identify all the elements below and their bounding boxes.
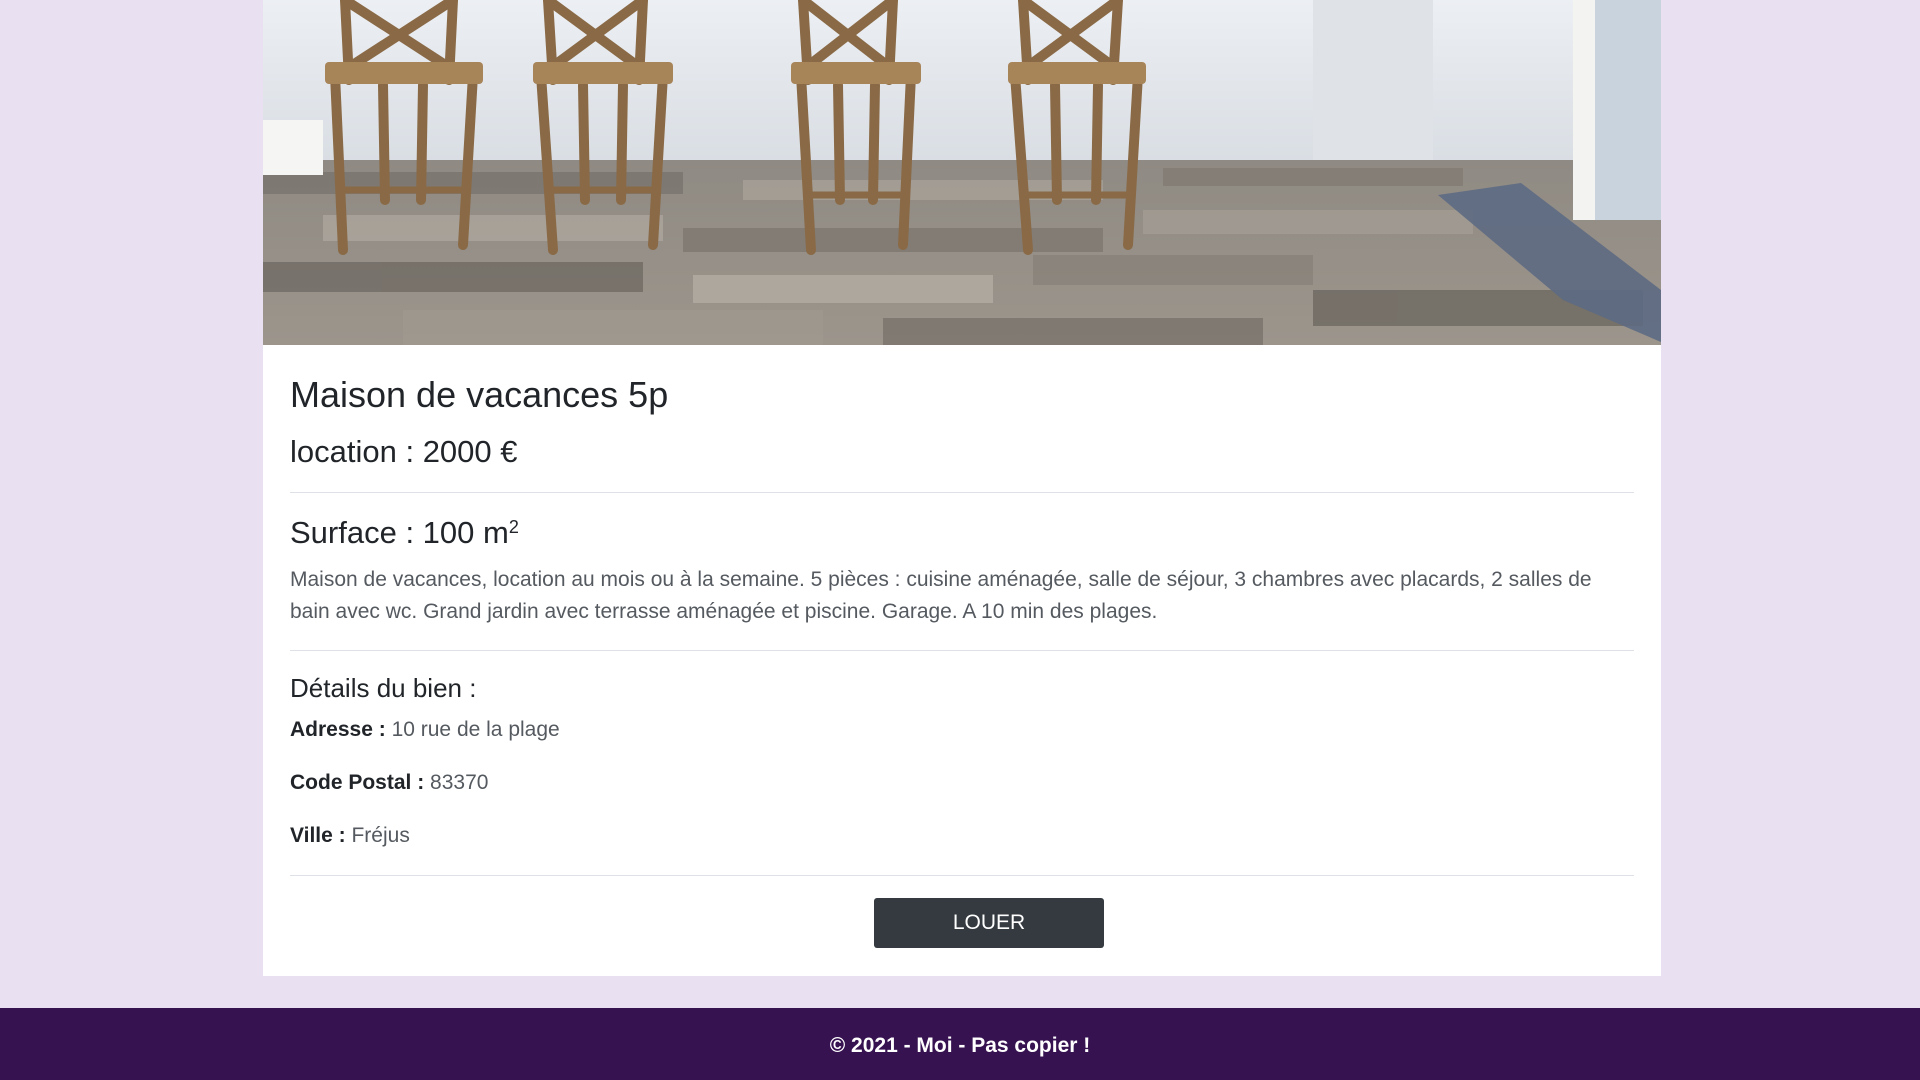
city-value: Fréjus xyxy=(351,824,410,847)
footer-copyright: © 2021 - Moi - Pas copier ! xyxy=(829,1034,1091,1057)
details-title: Détails du bien : xyxy=(290,673,477,703)
surface-label: Surface : 100 m xyxy=(290,515,509,550)
listing-price: location : 2000 € xyxy=(290,434,518,469)
listing-description: Maison de vacances, location au mois ou … xyxy=(290,568,1592,623)
footer: © 2021 - Moi - Pas copier ! xyxy=(0,1008,1920,1080)
divider xyxy=(290,650,1634,651)
address-value: 10 rue de la plage xyxy=(391,718,560,741)
rent-button[interactable]: LOUER xyxy=(874,898,1104,948)
detail-postal-code: Code Postal : 83370 xyxy=(290,769,488,797)
detail-city: Ville : Fréjus xyxy=(290,822,410,850)
detail-address: Adresse : 10 rue de la plage xyxy=(290,716,560,744)
postal-value: 83370 xyxy=(430,771,489,794)
surface-exponent: 2 xyxy=(508,517,519,537)
address-label: Adresse : xyxy=(290,718,386,741)
page: Maison de vacances 5p location : 2000 € … xyxy=(0,0,1920,1080)
property-card: Maison de vacances 5p location : 2000 € … xyxy=(263,0,1661,976)
divider xyxy=(290,492,1634,493)
property-photo xyxy=(263,0,1661,345)
listing-surface: Surface : 100 m2 xyxy=(290,513,519,553)
divider xyxy=(290,875,1634,876)
listing-title: Maison de vacances 5p xyxy=(290,374,669,415)
city-label: Ville : xyxy=(290,824,346,847)
postal-label: Code Postal : xyxy=(290,771,425,794)
